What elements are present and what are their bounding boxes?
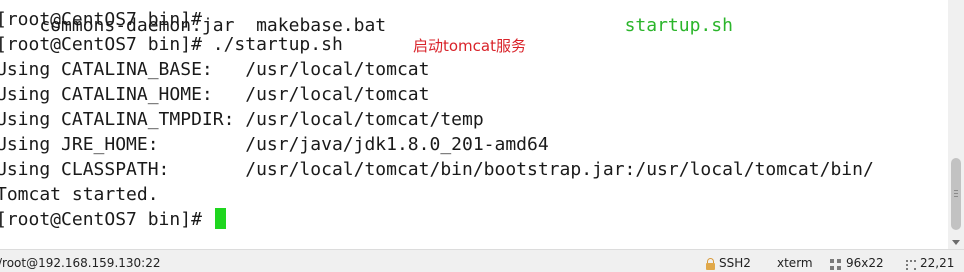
cursor-position-icon	[906, 260, 916, 270]
lock-icon	[706, 258, 715, 270]
terminal-line-7: Using CLASSPATH: /usr/local/tomcat/bin/b…	[0, 159, 874, 180]
scroll-grip-line	[954, 196, 958, 197]
prompt-text: [root@CentOS7 bin]#	[0, 209, 213, 230]
annotation-text: 启动tomcat服务	[413, 37, 526, 55]
terminal-line-5: Using CATALINA_TMPDIR: /usr/local/tomcat…	[0, 109, 484, 130]
terminal-line-3: Using CATALINA_BASE: /usr/local/tomcat	[0, 59, 430, 80]
status-host: /root@192.168.159.130:22	[0, 256, 161, 270]
vertical-scrollbar[interactable]	[948, 0, 964, 249]
scrollbar-thumb[interactable]	[951, 158, 961, 230]
scroll-grip-line	[954, 193, 958, 194]
terminal-line-6: Using JRE_HOME: /usr/java/jdk1.8.0_201-a…	[0, 134, 549, 155]
status-bar: /root@192.168.159.130:22 SSH2 xterm 96x2…	[0, 249, 964, 272]
status-cursor-position: 22,21	[920, 256, 955, 270]
clipped-line-right: startup.sh	[624, 15, 733, 36]
terminal-line-2: [root@CentOS7 bin]# ./startup.sh	[0, 34, 343, 55]
terminal-cursor	[214, 208, 226, 229]
status-size: 96x22	[846, 256, 884, 270]
status-protocol: SSH2	[719, 256, 751, 270]
terminal-size-icon	[830, 259, 841, 270]
terminal-prompt-line[interactable]: [root@CentOS7 bin]#	[0, 208, 226, 232]
scroll-grip-line	[954, 190, 958, 191]
terminal-line-4: Using CATALINA_HOME: /usr/local/tomcat	[0, 84, 430, 105]
terminal-screen[interactable]: commons-daemon.jar makebase.bat startup.…	[0, 0, 948, 249]
status-terminal-type: xterm	[777, 256, 813, 270]
terminal-line-8: Tomcat started.	[0, 184, 159, 205]
terminal-line-1: [root@CentOS7 bin]#	[0, 9, 202, 30]
scroll-down-arrow-icon[interactable]	[952, 240, 960, 245]
